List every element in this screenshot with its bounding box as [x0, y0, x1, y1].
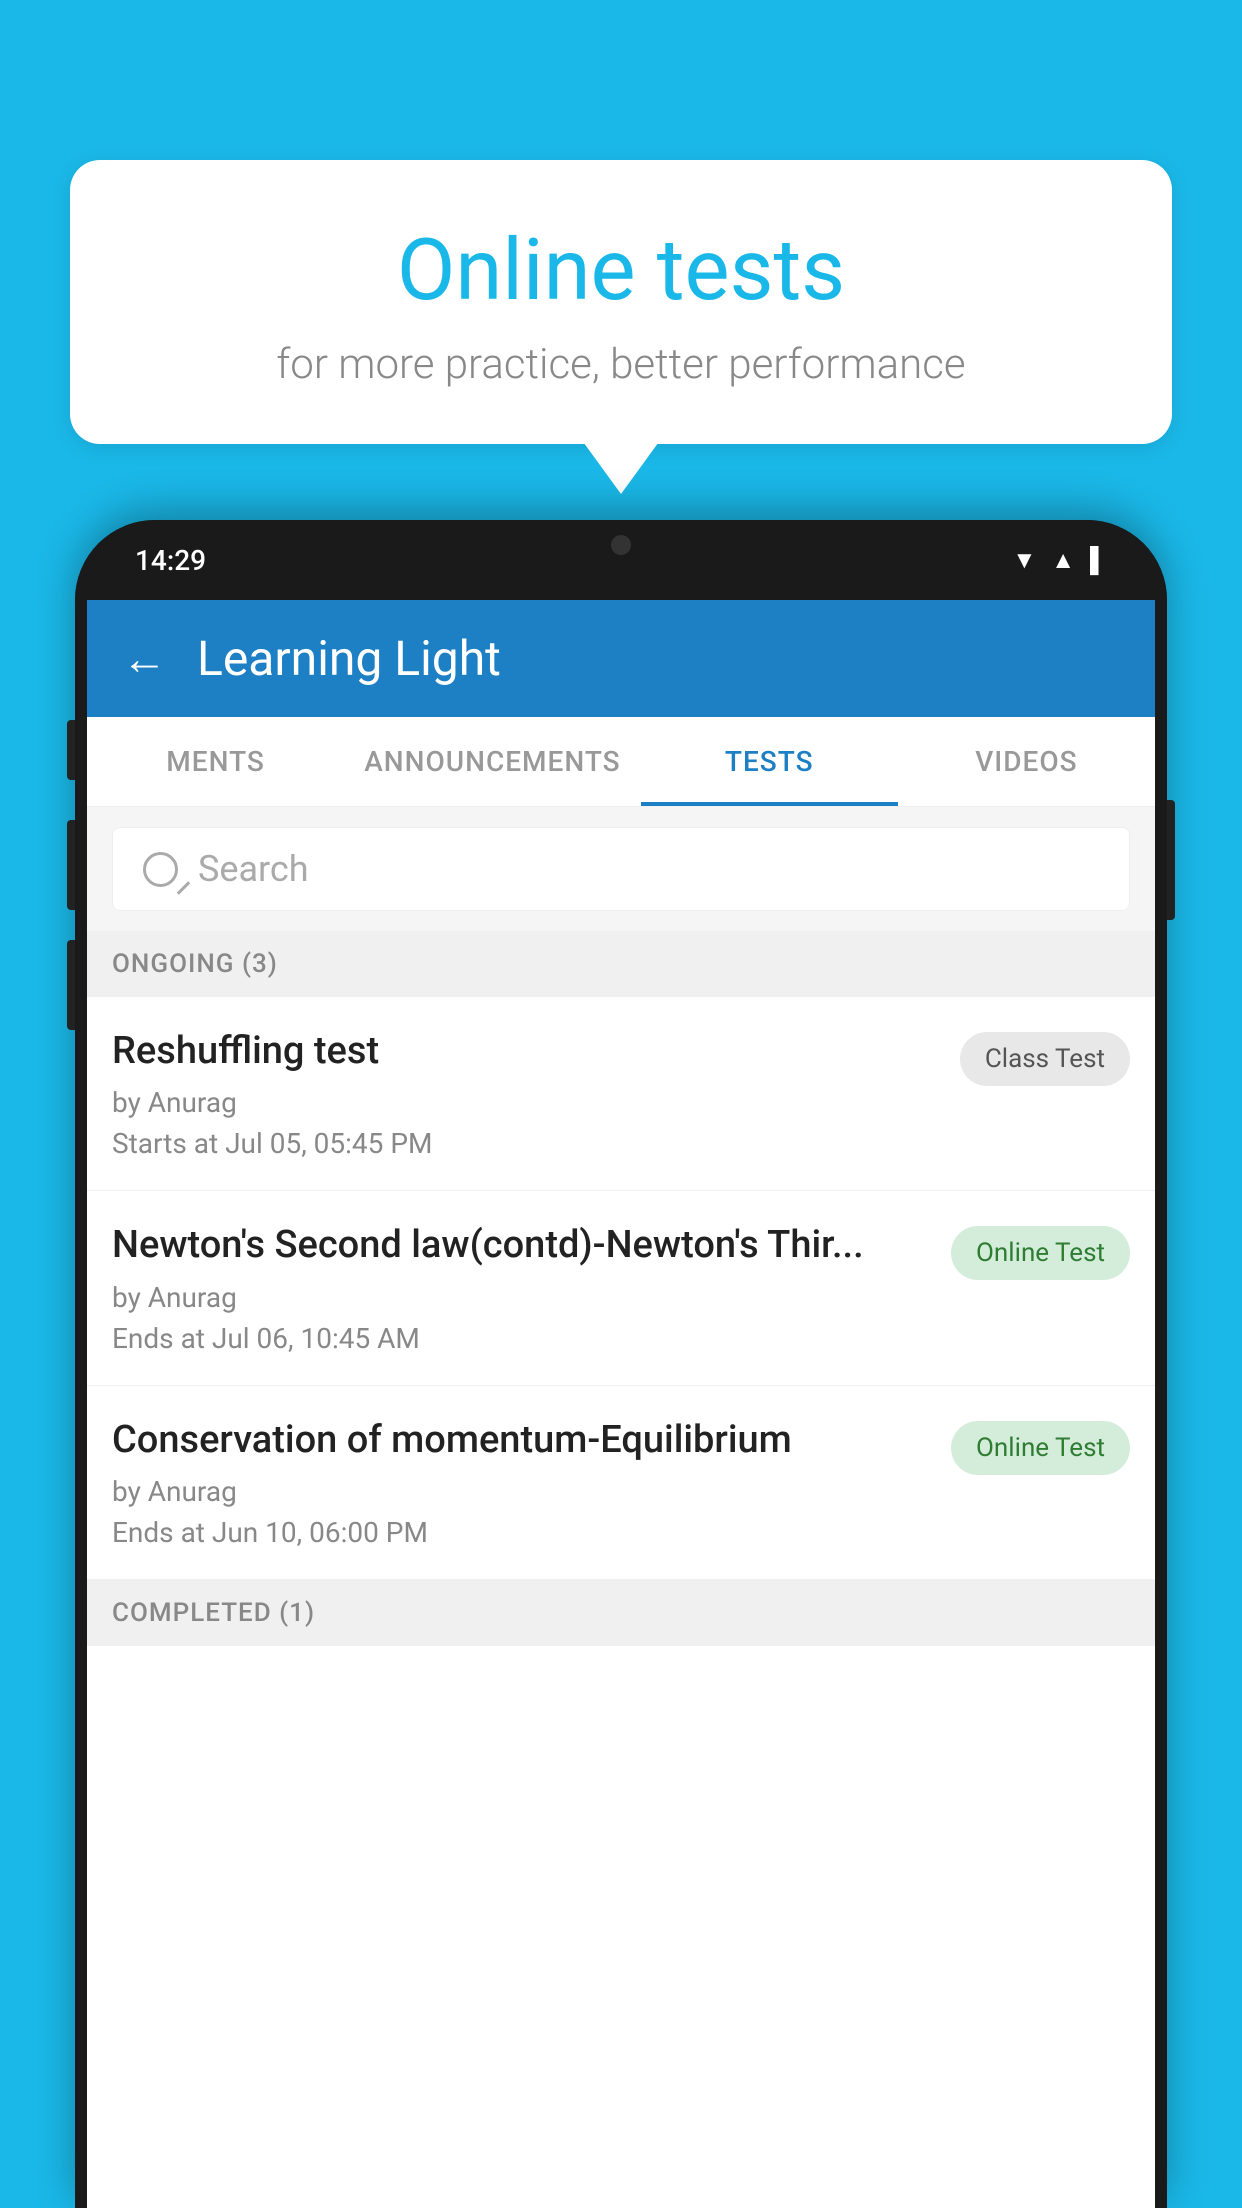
- phone-volume-up-btn: [67, 820, 75, 910]
- search-container: Search: [87, 807, 1155, 931]
- search-box[interactable]: Search: [112, 827, 1130, 911]
- speech-bubble: Online tests for more practice, better p…: [70, 160, 1172, 444]
- test-item[interactable]: Newton's Second law(contd)-Newton's Thir…: [87, 1191, 1155, 1385]
- test-author: by Anurag: [112, 1281, 931, 1314]
- test-date: Starts at Jul 05, 05:45 PM: [112, 1127, 940, 1160]
- camera: [611, 535, 631, 555]
- test-name: Conservation of momentum-Equilibrium: [112, 1416, 931, 1465]
- test-item[interactable]: Reshuffling test by Anurag Starts at Jul…: [87, 997, 1155, 1191]
- app-title: Learning Light: [197, 630, 501, 687]
- test-badge-online: Online Test: [951, 1226, 1130, 1280]
- completed-section-header: COMPLETED (1): [87, 1580, 1155, 1646]
- ongoing-section-header: ONGOING (3): [87, 931, 1155, 997]
- phone-frame: 14:29 ▼ ▲ ▌ ← Learning Light MENTS ANNOU…: [75, 520, 1167, 2208]
- phone-notch: [561, 520, 681, 570]
- status-icons: ▼ ▲ ▌: [1012, 546, 1107, 575]
- test-date: Ends at Jun 10, 06:00 PM: [112, 1516, 931, 1549]
- search-placeholder: Search: [198, 848, 309, 890]
- battery-icon: ▌: [1090, 546, 1107, 575]
- wifi-icon: ▼: [1012, 546, 1036, 575]
- test-date: Ends at Jul 06, 10:45 AM: [112, 1322, 931, 1355]
- phone-volume-down-btn: [67, 940, 75, 1030]
- test-author: by Anurag: [112, 1475, 931, 1508]
- status-time: 14:29: [135, 544, 206, 577]
- test-name: Newton's Second law(contd)-Newton's Thir…: [112, 1221, 931, 1270]
- search-icon: [143, 852, 178, 887]
- tabs-bar: MENTS ANNOUNCEMENTS TESTS VIDEOS: [87, 717, 1155, 807]
- test-author: by Anurag: [112, 1086, 940, 1119]
- tab-announcements[interactable]: ANNOUNCEMENTS: [344, 717, 640, 806]
- bubble-subtitle: for more practice, better performance: [120, 340, 1122, 389]
- phone-status-bar: 14:29 ▼ ▲ ▌: [75, 520, 1167, 600]
- phone-screen: ← Learning Light MENTS ANNOUNCEMENTS TES…: [87, 600, 1155, 2208]
- signal-icon: ▲: [1051, 546, 1075, 575]
- test-info: Newton's Second law(contd)-Newton's Thir…: [112, 1221, 951, 1354]
- phone-power-btn: [1167, 800, 1175, 920]
- tab-videos[interactable]: VIDEOS: [898, 717, 1155, 806]
- tab-ments[interactable]: MENTS: [87, 717, 344, 806]
- test-badge-class: Class Test: [960, 1032, 1130, 1086]
- bubble-title: Online tests: [120, 220, 1122, 320]
- app-header: ← Learning Light: [87, 600, 1155, 717]
- back-button[interactable]: ←: [122, 632, 167, 685]
- test-badge-online-2: Online Test: [951, 1421, 1130, 1475]
- test-info: Conservation of momentum-Equilibrium by …: [112, 1416, 951, 1549]
- test-info: Reshuffling test by Anurag Starts at Jul…: [112, 1027, 960, 1160]
- phone-side-btn: [67, 720, 75, 780]
- tab-tests[interactable]: TESTS: [641, 717, 898, 806]
- test-name: Reshuffling test: [112, 1027, 940, 1076]
- test-item[interactable]: Conservation of momentum-Equilibrium by …: [87, 1386, 1155, 1580]
